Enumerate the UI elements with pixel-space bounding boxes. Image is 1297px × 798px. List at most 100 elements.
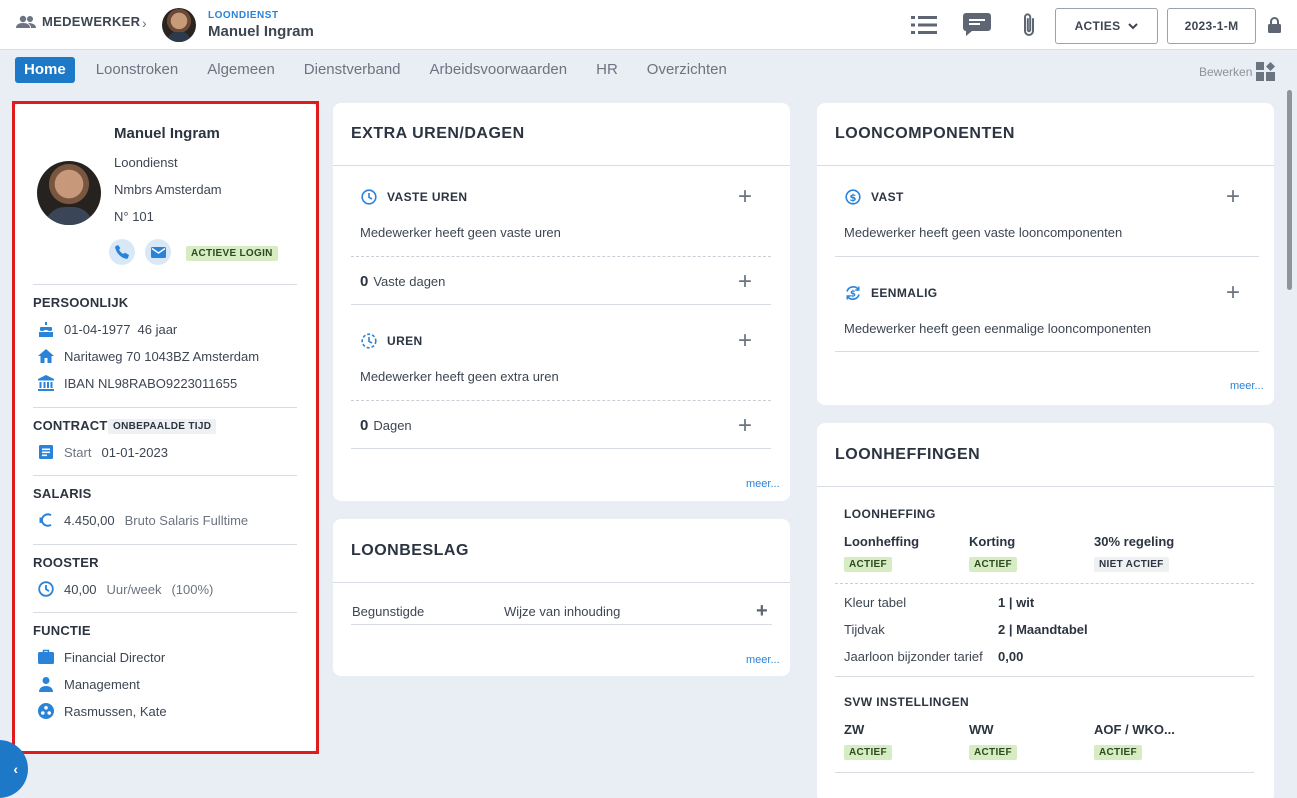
- chat-icon[interactable]: [962, 12, 992, 38]
- scrollbar[interactable]: [1287, 90, 1292, 290]
- breadcrumb-root-label: MEDEWERKER: [42, 14, 141, 29]
- divider: [835, 772, 1254, 773]
- acties-dropdown[interactable]: ACTIES: [1055, 8, 1158, 44]
- tab-algemeen[interactable]: Algemeen: [207, 57, 275, 83]
- divider: [817, 486, 1274, 487]
- loonbeslag-meer-link[interactable]: meer...: [746, 654, 780, 666]
- tab-dienstverband[interactable]: Dienstverband: [304, 57, 401, 83]
- loonheffing-status: ACTIEF: [844, 557, 892, 572]
- ww-status-badge: ACTIEF: [969, 743, 1017, 760]
- tijdvak-value: 2 | Maandtabel: [998, 622, 1088, 637]
- column-begunstigde: Begunstigde: [352, 604, 425, 619]
- rooster-unit: Uur/week: [106, 581, 162, 597]
- briefcase-icon: [38, 649, 54, 664]
- persoonlijk-title: PERSOONLIJK: [33, 295, 129, 310]
- salaris-title: SALARIS: [33, 486, 92, 501]
- period-selector[interactable]: 2023-1-M: [1167, 8, 1256, 44]
- contract-title: CONTRACT: [33, 418, 108, 433]
- top-bar: MEDEWERKER › LOONDIENST Manuel Ingram AC…: [0, 0, 1297, 50]
- vaste-dagen-count: 0: [360, 273, 369, 290]
- group-icon: [38, 703, 54, 719]
- login-status-badge: ACTIEVE LOGIN: [186, 244, 278, 261]
- birthdate: 01-04-1977: [64, 321, 131, 337]
- avatar: [37, 161, 101, 225]
- divider: [835, 583, 1254, 584]
- profile-company: Nmbrs Amsterdam: [114, 182, 222, 197]
- breadcrumb-employee: Manuel Ingram: [208, 23, 314, 40]
- tab-arbeidsvoorwaarden[interactable]: Arbeidsvoorwaarden: [430, 57, 568, 83]
- loonheffing-status-badge: ACTIEF: [844, 555, 892, 572]
- list-icon[interactable]: [911, 12, 937, 38]
- vaste-uren-title: VASTE UREN: [387, 190, 468, 204]
- divider: [33, 407, 297, 408]
- add-vaste-uren-button[interactable]: +: [738, 185, 752, 209]
- home-icon: [38, 349, 54, 363]
- tab-home[interactable]: Home: [15, 57, 75, 83]
- dertig-procent-label: 30% regeling: [1094, 534, 1175, 549]
- add-dagen-button[interactable]: +: [738, 414, 752, 438]
- aof-status-badge: ACTIEF: [1094, 743, 1142, 760]
- contract-badge-label: ONBEPAALDE TIJD: [108, 419, 217, 434]
- dashboard-icon: [1256, 62, 1276, 81]
- loonbeslag-card: LOONBESLAG Begunstigde Wijze van inhoudi…: [333, 519, 790, 676]
- aof-status: ACTIEF: [1094, 745, 1142, 760]
- iban: IBAN NL98RABO9223011655: [64, 375, 238, 391]
- looncomponenten-title: LOONCOMPONENTEN: [835, 125, 1015, 142]
- rooster-percent: (100%): [171, 581, 214, 597]
- svw-title: SVW INSTELLINGEN: [844, 695, 970, 709]
- dertig-procent-status-badge: NIET ACTIEF: [1094, 555, 1169, 572]
- loonbeslag-title: LOONBESLAG: [351, 542, 469, 559]
- attachment-icon[interactable]: [1019, 12, 1039, 38]
- acties-label: ACTIES: [1074, 19, 1121, 33]
- loonheffing-section-title: LOONHEFFING: [844, 507, 936, 521]
- extra-uren-meer-link[interactable]: meer...: [746, 478, 780, 490]
- email-button[interactable]: [145, 239, 171, 265]
- jaarloon-label: Jaarloon bijzonder tarief: [844, 649, 983, 664]
- age: 46 jaar: [137, 321, 178, 337]
- clock-icon: [361, 189, 377, 205]
- dagen-row: 0 Dagen: [360, 417, 412, 434]
- bewerken-button[interactable]: Bewerken: [1199, 62, 1276, 81]
- chevron-left-icon: ‹: [13, 761, 18, 777]
- add-eenmalig-button[interactable]: +: [1226, 281, 1240, 305]
- tab-bar: Home Loonstroken Algemeen Dienstverband …: [15, 57, 756, 83]
- tab-hr[interactable]: HR: [596, 57, 618, 83]
- add-vast-button[interactable]: +: [1226, 185, 1240, 209]
- department-name: Management: [64, 676, 140, 692]
- uren-empty: Medewerker heeft geen extra uren: [360, 369, 559, 384]
- loonheffingen-title: LOONHEFFINGEN: [835, 446, 981, 463]
- divider: [835, 256, 1259, 257]
- manager-row: Rasmussen, Kate: [38, 703, 167, 719]
- rooster-row: 40,00 Uur/week (100%): [38, 581, 213, 597]
- profile-number: N° 101: [114, 209, 154, 224]
- tab-overzichten[interactable]: Overzichten: [647, 57, 727, 83]
- cake-icon: [39, 322, 53, 337]
- add-loonbeslag-button[interactable]: +: [756, 601, 768, 621]
- vaste-uren-empty: Medewerker heeft geen vaste uren: [360, 225, 561, 240]
- tab-loonstroken[interactable]: Loonstroken: [96, 57, 179, 83]
- job-row: Financial Director: [38, 649, 165, 665]
- profile-name: Manuel Ingram: [114, 125, 220, 142]
- contract-start-row: Start 01-01-2023: [38, 444, 168, 460]
- svg-text:$: $: [850, 290, 856, 300]
- clock-icon: [38, 581, 54, 597]
- phone-button[interactable]: [109, 239, 135, 265]
- divider: [835, 351, 1259, 352]
- salary-row: 4.450,00 Bruto Salaris Fulltime: [38, 512, 248, 528]
- korting-label: Korting: [969, 534, 1016, 549]
- lock-icon[interactable]: [1267, 12, 1281, 38]
- dollar-icon: $: [845, 189, 861, 205]
- korting-status: ACTIEF: [969, 557, 1017, 572]
- vast-title: VAST: [871, 190, 904, 204]
- rooster-hours: 40,00: [64, 581, 97, 597]
- add-uren-button[interactable]: +: [738, 329, 752, 353]
- divider: [33, 612, 297, 613]
- add-vaste-dagen-button[interactable]: +: [738, 270, 752, 294]
- dertig-procent-status: NIET ACTIEF: [1094, 557, 1169, 572]
- document-icon: [39, 445, 53, 459]
- jaarloon-value: 0,00: [998, 649, 1024, 664]
- divider: [33, 475, 297, 476]
- looncomponenten-meer-link[interactable]: meer...: [1230, 380, 1264, 392]
- breadcrumb-root[interactable]: MEDEWERKER: [16, 14, 140, 29]
- divider: [333, 165, 790, 166]
